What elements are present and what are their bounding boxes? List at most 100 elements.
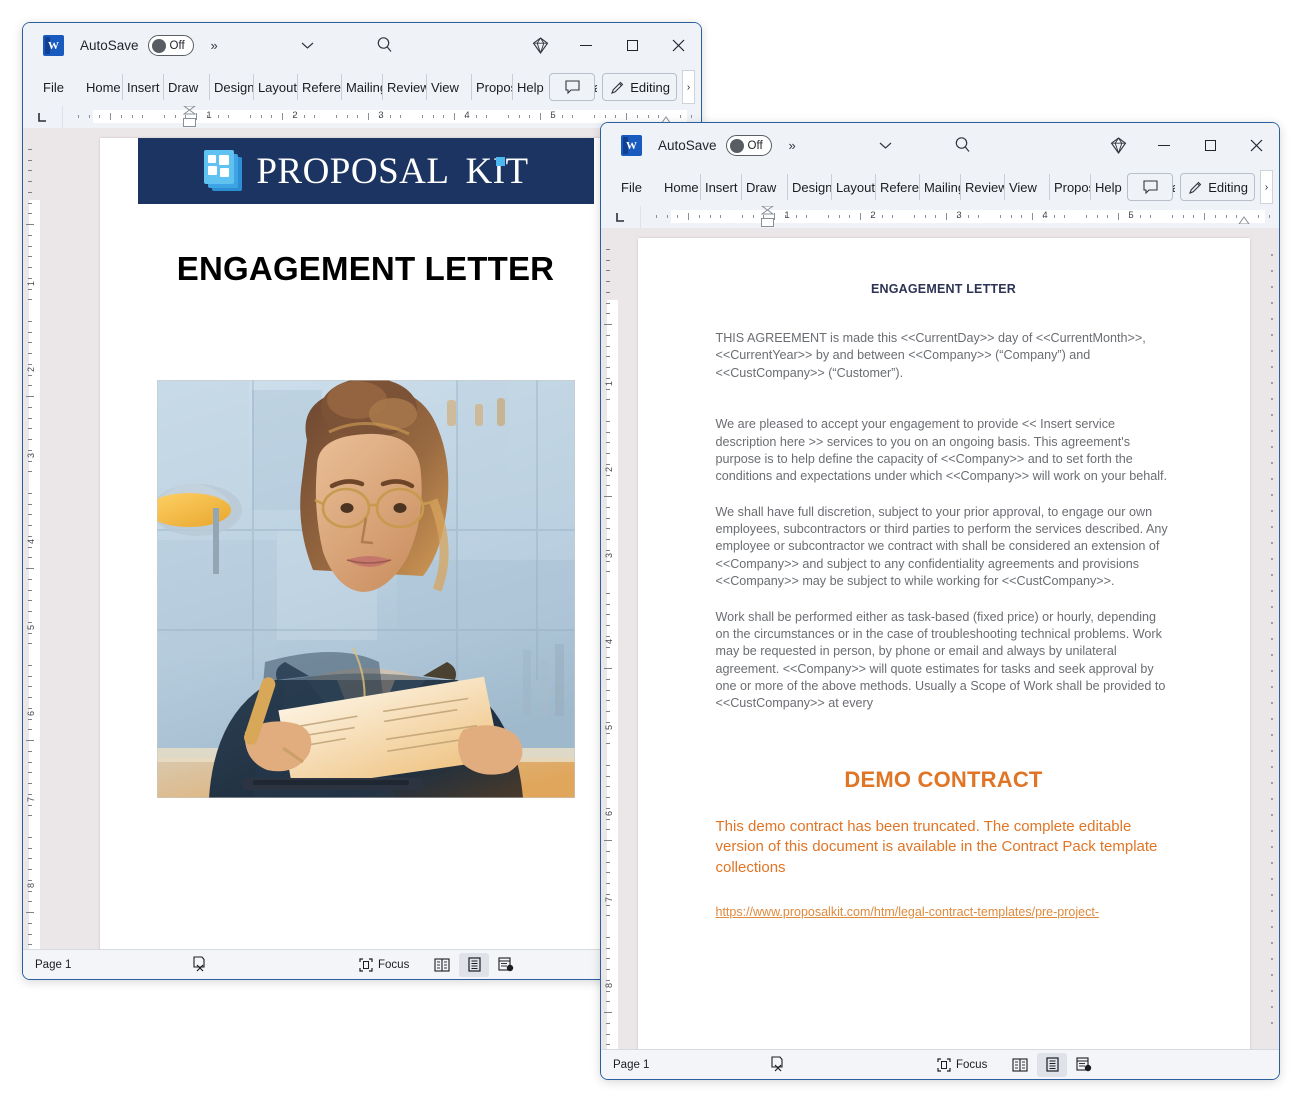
left-indent-marker[interactable] (761, 218, 774, 227)
ruler-tick (1107, 215, 1109, 218)
vertical-ruler-tick (28, 428, 32, 430)
tab-design[interactable]: Design (210, 74, 254, 100)
copilot-diamond-icon[interactable] (517, 23, 563, 68)
tab-review[interactable]: Review (383, 74, 427, 100)
vertical-ruler-tick (28, 449, 32, 451)
vertical-ruler-number: 2 (604, 467, 614, 473)
comments-button[interactable] (549, 73, 596, 101)
tab-file[interactable]: File (34, 74, 82, 100)
vertical-ruler-number: 7 (26, 797, 36, 803)
print-layout-button-front[interactable] (1037, 1052, 1067, 1077)
chevron-down-icon-front[interactable] (879, 141, 892, 150)
document-canvas-back[interactable]: PROPOSAL KIT ENGAGEMENT LETTER (43, 128, 688, 949)
ruler-tick (626, 113, 627, 120)
page-indicator-back[interactable]: Page 1 (35, 959, 71, 971)
tab-view[interactable]: View (427, 74, 472, 100)
tab-references[interactable]: References (298, 74, 342, 100)
editing-mode-button[interactable]: Editing (602, 73, 677, 101)
minimize-button[interactable] (563, 23, 609, 68)
tab-stop-selector[interactable] (23, 106, 63, 128)
scroll-dot (1271, 366, 1273, 368)
tab-review-front[interactable]: Review (961, 174, 1005, 200)
vertical-ruler-tick (606, 721, 610, 723)
tab-insert-front[interactable]: Insert (701, 174, 742, 200)
vertical-ruler-tick (604, 324, 612, 325)
focus-button-back[interactable]: Focus (359, 957, 409, 972)
proofing-status-front[interactable] (769, 1056, 786, 1073)
ruler-tick (196, 113, 197, 120)
search-icon-front[interactable] (953, 135, 973, 155)
horizontal-ruler-front[interactable]: 1 2 3 4 5 (641, 206, 1279, 228)
left-indent-marker[interactable] (183, 118, 196, 127)
page-indicator-front[interactable]: Page 1 (613, 1059, 649, 1071)
print-layout-button-back[interactable] (459, 952, 489, 977)
vertical-ruler-tick (26, 224, 34, 225)
web-layout-button-back[interactable] (491, 953, 521, 977)
tab-proposal-kit[interactable]: Proposal Kit (472, 74, 513, 100)
maximize-button[interactable] (609, 23, 655, 68)
ribbon-overflow-chevron-icon-front[interactable]: › (1260, 170, 1273, 204)
ruler-tick (1139, 215, 1141, 218)
scroll-dot (1271, 574, 1273, 576)
word-window-front[interactable]: W AutoSave Off » File Home Insert Draw D… (600, 122, 1280, 1080)
first-line-indent-marker[interactable] (183, 106, 196, 115)
close-button-front[interactable] (1233, 123, 1279, 168)
vertical-ruler-tick (28, 847, 32, 849)
tab-references-front[interactable]: References (876, 174, 920, 200)
tab-mailings[interactable]: Mailings (342, 74, 383, 100)
tab-home[interactable]: Home (82, 74, 123, 100)
tab-draw-front[interactable]: Draw (742, 174, 788, 200)
demo-contract-link[interactable]: https://www.proposalkit.com/htm/legal-co… (716, 904, 1172, 921)
vertical-ruler-tick (28, 267, 32, 268)
tab-file-front[interactable]: File (612, 174, 660, 200)
tab-home-front[interactable]: Home (660, 174, 701, 200)
copilot-diamond-icon-front[interactable] (1095, 123, 1141, 168)
vertical-ruler-tick (606, 732, 610, 734)
close-button[interactable] (655, 23, 701, 68)
scrollbar-front[interactable] (1266, 228, 1279, 1049)
tab-layout-front[interactable]: Layout (832, 174, 876, 200)
scroll-dot (1271, 334, 1273, 336)
tab-design-front[interactable]: Design (788, 174, 832, 200)
vertical-ruler-number: 1 (26, 281, 36, 287)
vertical-ruler-tick (28, 783, 32, 784)
vertical-ruler-tick (28, 815, 32, 817)
focus-button-front[interactable]: Focus (937, 1057, 987, 1072)
ruler-tick (217, 115, 219, 118)
proofing-status-back[interactable] (191, 956, 208, 973)
tab-draw[interactable]: Draw (164, 74, 210, 100)
tab-stop-selector-front[interactable] (601, 206, 641, 228)
tab-insert[interactable]: Insert (123, 74, 164, 100)
scroll-dot (1271, 510, 1273, 512)
tab-layout[interactable]: Layout (254, 74, 298, 100)
first-line-indent-marker[interactable] (761, 206, 774, 215)
tab-view-front[interactable]: View (1005, 174, 1050, 200)
document-page-front[interactable]: ENGAGEMENT LETTER THIS AGREEMENT is made… (637, 238, 1250, 1049)
vertical-ruler-tick (606, 646, 610, 648)
scroll-dot (1271, 862, 1273, 864)
document-photo (156, 380, 575, 798)
tab-mailings-front[interactable]: Mailings (920, 174, 961, 200)
web-layout-button-front[interactable] (1069, 1053, 1099, 1077)
read-mode-button-back[interactable] (427, 953, 457, 977)
autosave-toggle[interactable]: Off (147, 35, 194, 56)
tab-proposal-kit-front[interactable]: Proposal Kit (1050, 174, 1091, 200)
comments-button-front[interactable] (1127, 173, 1174, 201)
toggle-knob (151, 38, 166, 53)
minimize-button-front[interactable] (1141, 123, 1187, 168)
chevron-down-icon[interactable] (301, 41, 314, 50)
editing-mode-button-front[interactable]: Editing (1180, 173, 1255, 201)
ribbon-overflow-chevron-icon[interactable]: › (682, 70, 695, 104)
vertical-ruler-tick (604, 668, 612, 669)
document-page-back[interactable]: PROPOSAL KIT ENGAGEMENT LETTER (99, 138, 632, 949)
vertical-ruler-tick (28, 417, 32, 419)
vertical-ruler-number: 3 (604, 553, 614, 559)
autosave-toggle-front[interactable]: Off (725, 135, 772, 156)
right-indent-marker[interactable] (1238, 216, 1250, 224)
search-icon[interactable] (375, 35, 395, 55)
read-mode-button-front[interactable] (1005, 1053, 1035, 1077)
maximize-button-front[interactable] (1187, 123, 1233, 168)
document-canvas-front[interactable]: ENGAGEMENT LETTER THIS AGREEMENT is made… (621, 228, 1266, 1049)
quick-access-overflow-icon[interactable]: » (211, 38, 218, 53)
quick-access-overflow-icon-front[interactable]: » (789, 138, 796, 153)
